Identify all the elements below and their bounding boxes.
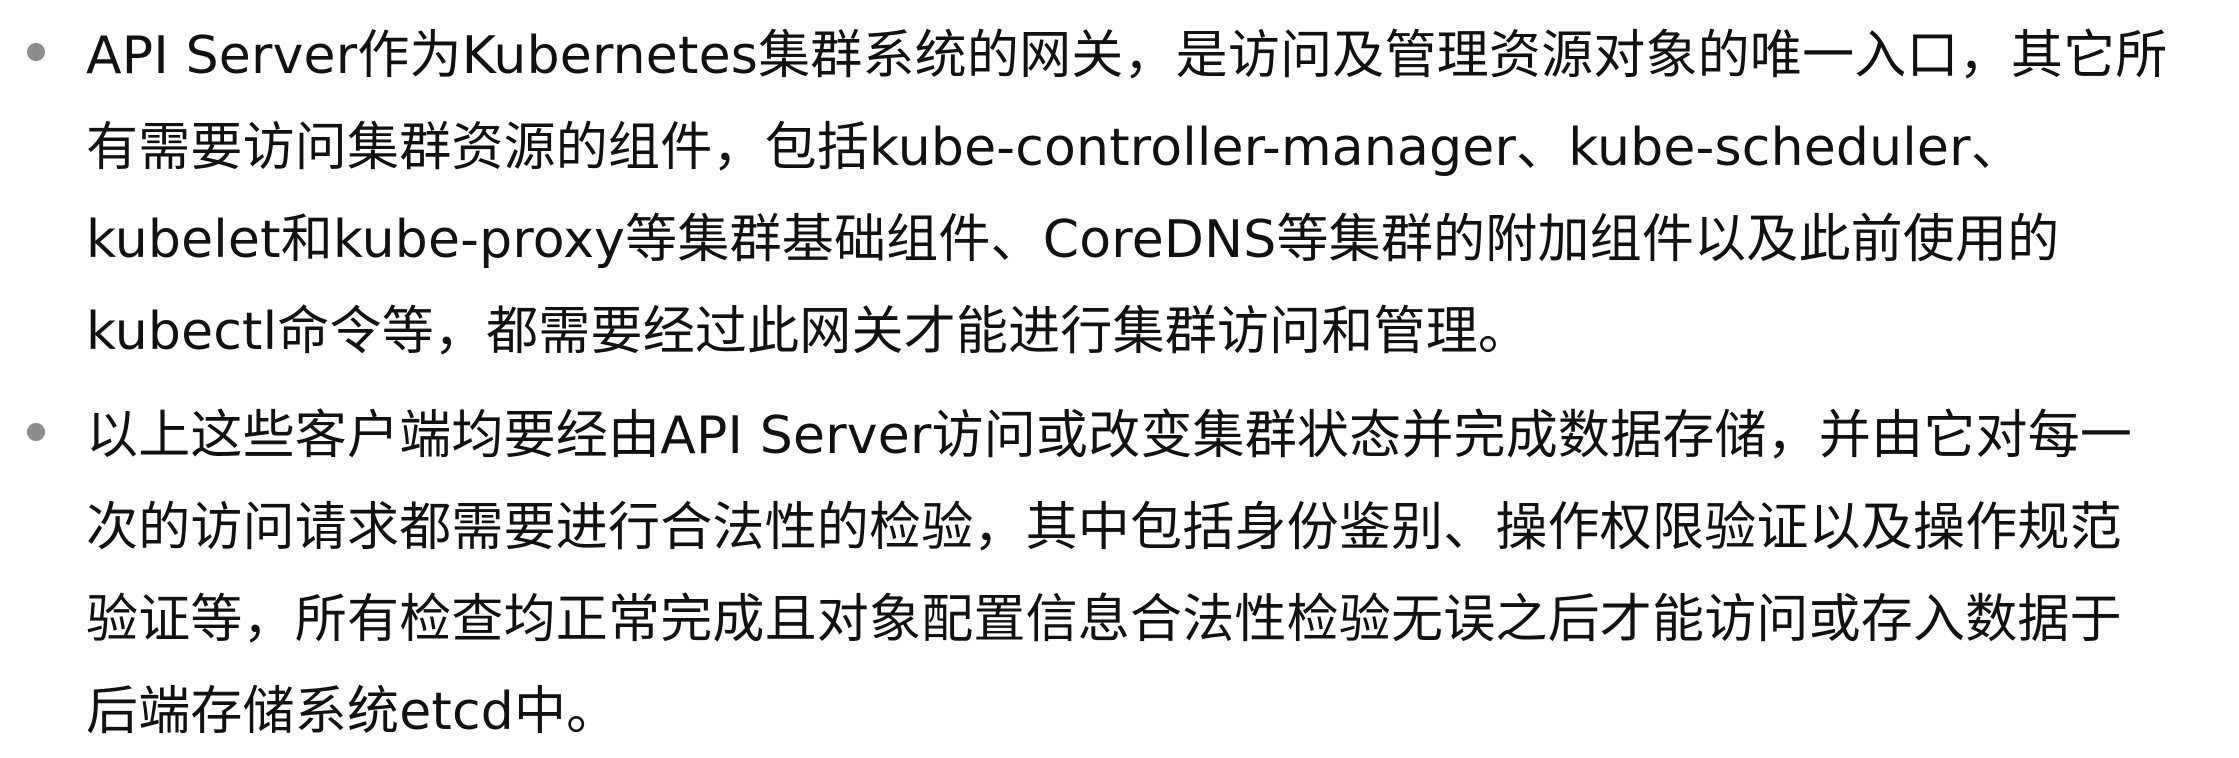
- paragraph-line: kubectl命令等，都需要经过此网关才能进行集群访问和管理。: [86, 302, 1531, 362]
- paragraph-line: 有需要访问集群资源的组件，包括kube-controller-manager、k…: [86, 118, 2023, 178]
- paragraph-line: kubelet和kube-proxy等集群基础组件、CoreDNS等集群的附加组…: [86, 210, 2060, 270]
- document-body: API Server作为Kubernetes集群系统的网关，是访问及管理资源对象…: [0, 0, 2239, 742]
- paragraph-api-server-gateway: API Server作为Kubernetes集群系统的网关，是访问及管理资源对象…: [86, 10, 2216, 378]
- bullet-icon: [27, 43, 45, 61]
- paragraph-line: 验证等，所有检查均正常完成且对象配置信息合法性检验无误之后才能访问或存入数据于: [86, 590, 2122, 650]
- paragraph-line: 后端存储系统etcd中。: [86, 682, 619, 742]
- paragraph-line: API Server作为Kubernetes集群系统的网关，是访问及管理资源对象…: [86, 26, 2168, 86]
- paragraph-line: 次的访问请求都需要进行合法性的检验，其中包括身份鉴别、操作权限验证以及操作规范: [86, 498, 2122, 558]
- paragraph-client-validation: 以上这些客户端均要经由API Server访问或改变集群状态并完成数据存储，并由…: [86, 390, 2216, 758]
- paragraph-line: 以上这些客户端均要经由API Server访问或改变集群状态并完成数据存储，并由…: [86, 406, 2133, 466]
- bullet-icon: [27, 423, 45, 441]
